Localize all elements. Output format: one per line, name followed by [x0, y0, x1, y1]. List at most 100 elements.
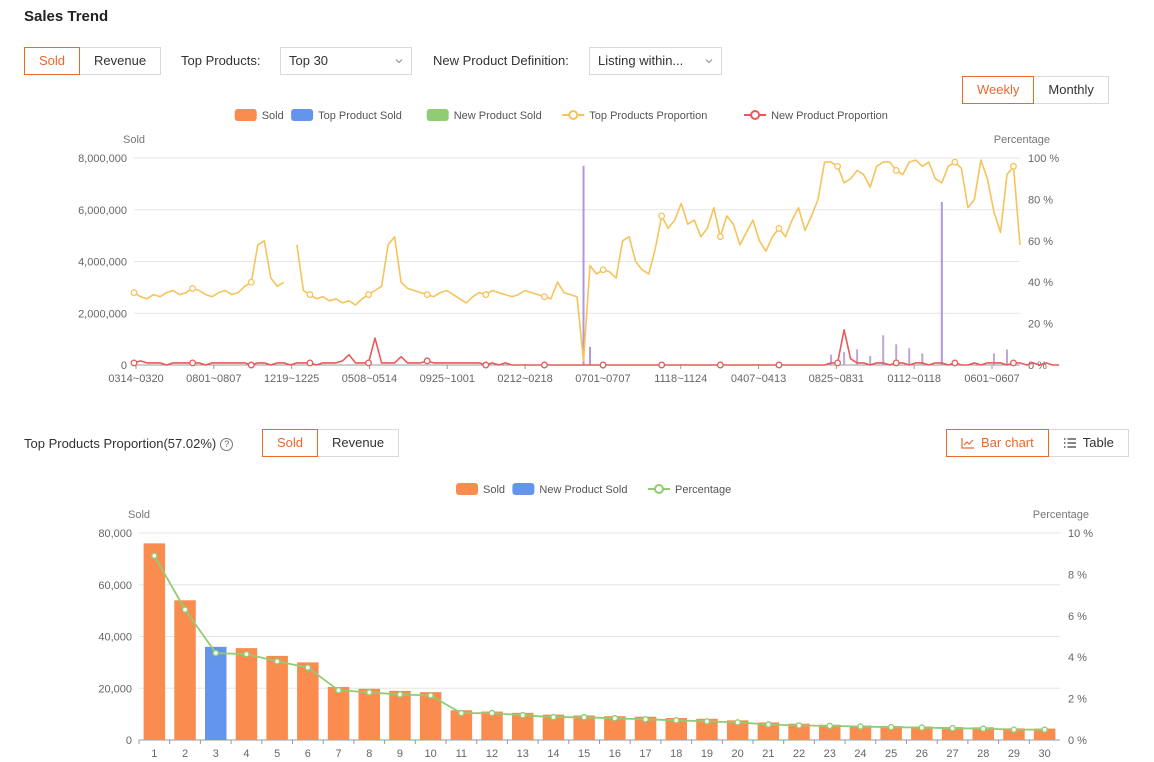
table-tab[interactable]: Table: [1048, 429, 1129, 457]
legend-label: Top Product Sold: [318, 110, 402, 122]
proportion-sold-tab[interactable]: Sold: [262, 429, 319, 457]
line-point: [951, 359, 959, 367]
x-tick-label: 0701~0707: [575, 373, 630, 385]
chevron-down-icon: [395, 59, 403, 64]
percentage-point: [672, 717, 680, 724]
legend-swatch: [456, 483, 478, 495]
line-point: [482, 291, 490, 299]
new-product-definition-select[interactable]: Listing within...: [589, 47, 722, 75]
percentage-point: [734, 719, 741, 726]
legend-marker: [750, 110, 761, 120]
line-point: [658, 212, 666, 220]
percentage-point: [396, 691, 404, 698]
x-tick-label: 30: [1039, 748, 1051, 760]
percentage-point: [795, 722, 803, 729]
x-tick-label: 23: [824, 748, 836, 760]
legend-swatch: [426, 109, 449, 121]
line-point: [834, 162, 842, 170]
x-tick-label: 3: [213, 748, 219, 760]
legend-label: Sold: [483, 484, 505, 496]
y2-tick-label: 4 %: [1068, 652, 1087, 664]
line-point: [1010, 359, 1017, 367]
line-point: [658, 361, 666, 369]
x-tick-label: 24: [854, 748, 866, 760]
legend-label: Sold: [262, 110, 284, 122]
x-tick-label: 7: [335, 748, 341, 760]
x-tick-label: 16: [609, 748, 621, 760]
percentage-point: [765, 721, 772, 728]
legend-label: Percentage: [675, 484, 731, 496]
table-label: Table: [1082, 435, 1114, 450]
chevron-down-icon: [705, 59, 713, 64]
top-products-proportion-title: Top Products Proportion(57.02%)?: [24, 436, 234, 451]
percentage-point: [1010, 726, 1018, 733]
top-products-proportion-text: Top Products Proportion(57.02%): [24, 436, 217, 451]
legend-swatch: [512, 483, 535, 495]
line-point: [247, 361, 255, 369]
x-tick-label: 14: [547, 748, 559, 760]
top-products-select[interactable]: Top 30: [280, 47, 412, 75]
line-point: [423, 291, 431, 299]
sold-bar: [1005, 349, 1008, 365]
y2-tick-label: 60 %: [1028, 236, 1053, 248]
x-tick-label: 10: [425, 748, 437, 760]
x-tick-label: 1: [151, 748, 157, 760]
y2-tick-label: 8 %: [1068, 569, 1087, 581]
percentage-point: [611, 714, 619, 722]
percentage-point: [181, 606, 189, 613]
trend-sold-tab[interactable]: Sold: [24, 47, 81, 75]
x-tick-label: 12: [486, 748, 498, 760]
x-tick-label: 2: [182, 748, 188, 760]
line-point: [189, 284, 197, 292]
line-point: [540, 361, 548, 369]
y-tick-label: 2,000,000: [78, 308, 127, 320]
sold-bar: [582, 165, 585, 365]
x-tick-label: 0925~1001: [420, 373, 475, 385]
trend-revenue-tab[interactable]: Revenue: [80, 47, 162, 75]
x-tick-label: 20: [732, 748, 744, 760]
top-products-chart: Sold New Product Sold Percentage Sold Percen…: [98, 483, 1093, 760]
line-point: [892, 359, 900, 367]
y-axis-title: Sold: [123, 134, 145, 146]
help-icon[interactable]: ?: [220, 438, 234, 451]
line-chart-icon: [961, 438, 974, 449]
y-tick-label: 40,000: [98, 632, 132, 644]
line-point: [189, 359, 197, 367]
y2-tick-label: 0 %: [1028, 360, 1047, 372]
x-tick-label: 21: [762, 748, 774, 760]
percentage-point: [642, 715, 649, 723]
line-point: [247, 278, 255, 286]
percentage-point: [949, 724, 956, 732]
percentage-point: [918, 724, 926, 731]
bar-chart-tab[interactable]: Bar chart: [946, 429, 1049, 457]
sold-bar: [266, 655, 288, 740]
line-point: [482, 361, 490, 369]
percentage-point: [519, 711, 527, 719]
x-tick-label: 1219~1225: [264, 373, 319, 385]
legend-marker: [568, 110, 579, 120]
line-point: [365, 359, 372, 367]
line-point: [716, 233, 724, 241]
percentage-point: [458, 709, 465, 717]
x-tick-label: 17: [639, 748, 651, 760]
y2-axis-title: Percentage: [994, 134, 1050, 146]
y-tick-label: 60,000: [98, 580, 132, 592]
x-tick-label: 5: [274, 748, 280, 760]
sold-bar: [843, 352, 846, 365]
sold-bar: [882, 335, 885, 365]
proportion-revenue-tab[interactable]: Revenue: [318, 429, 400, 457]
legend-swatch: [234, 109, 257, 121]
y2-axis-title: Percentage: [1033, 509, 1089, 521]
sold-bar: [235, 648, 258, 740]
sold-bar: [327, 686, 350, 740]
y2-tick-label: 6 %: [1068, 611, 1087, 623]
line-point: [892, 166, 900, 174]
percentage-point: [488, 709, 496, 717]
top-products-label: Top Products:: [181, 53, 261, 68]
x-tick-label: 13: [517, 748, 529, 760]
legend-label: Top Products Proportion: [589, 110, 707, 122]
legend-label: New Product Sold: [454, 110, 542, 122]
sales-trend-title: Sales Trend: [24, 8, 109, 25]
y-tick-label: 6,000,000: [78, 205, 127, 217]
trend-metric-toggle: Sold Revenue: [24, 47, 162, 75]
